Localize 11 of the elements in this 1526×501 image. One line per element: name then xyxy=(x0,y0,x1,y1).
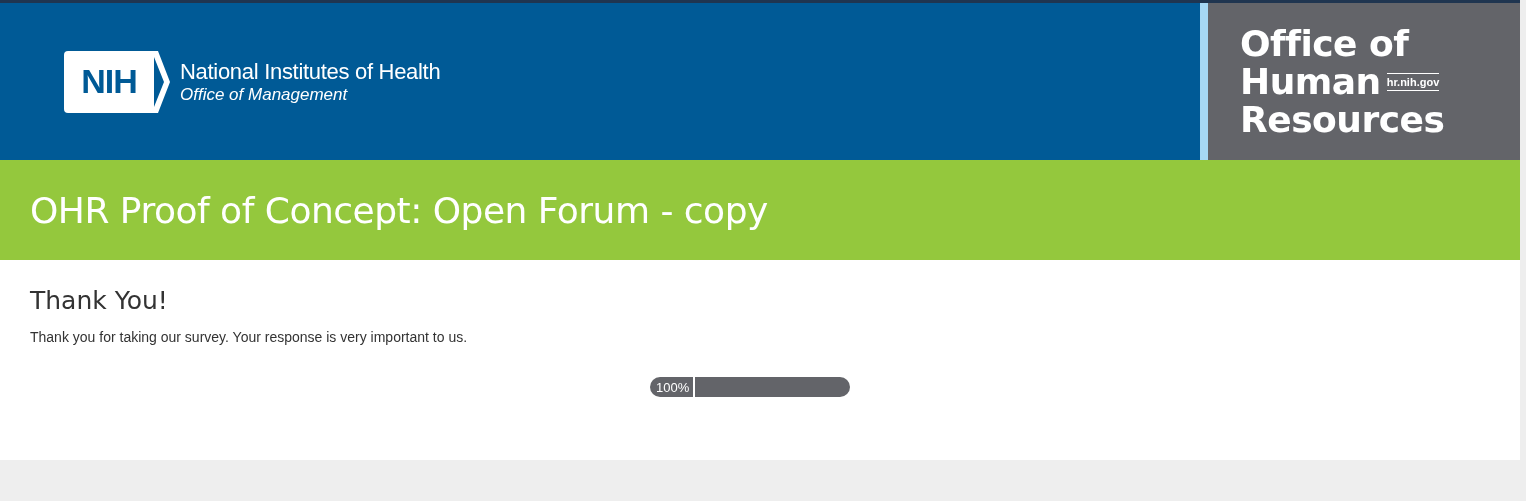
logo-mark: NIH xyxy=(64,50,154,113)
survey-title: OHR Proof of Concept: Open Forum - copy xyxy=(30,189,768,231)
thank-you-message: Thank you for taking our survey. Your response is very important to us. xyxy=(30,329,469,345)
office-logo-text: Human xyxy=(1240,62,1381,101)
logo-title: National Institutes of Health xyxy=(180,58,441,85)
thank-you-heading: Thank You! xyxy=(30,286,169,315)
office-logo-text: Office of xyxy=(1240,24,1411,63)
logo-url: hr.nih.gov xyxy=(1386,72,1440,91)
logo-subtitle: Office of Management xyxy=(180,84,349,105)
office-logo-text: Resources xyxy=(1240,100,1446,139)
chevron-icon xyxy=(154,50,170,113)
